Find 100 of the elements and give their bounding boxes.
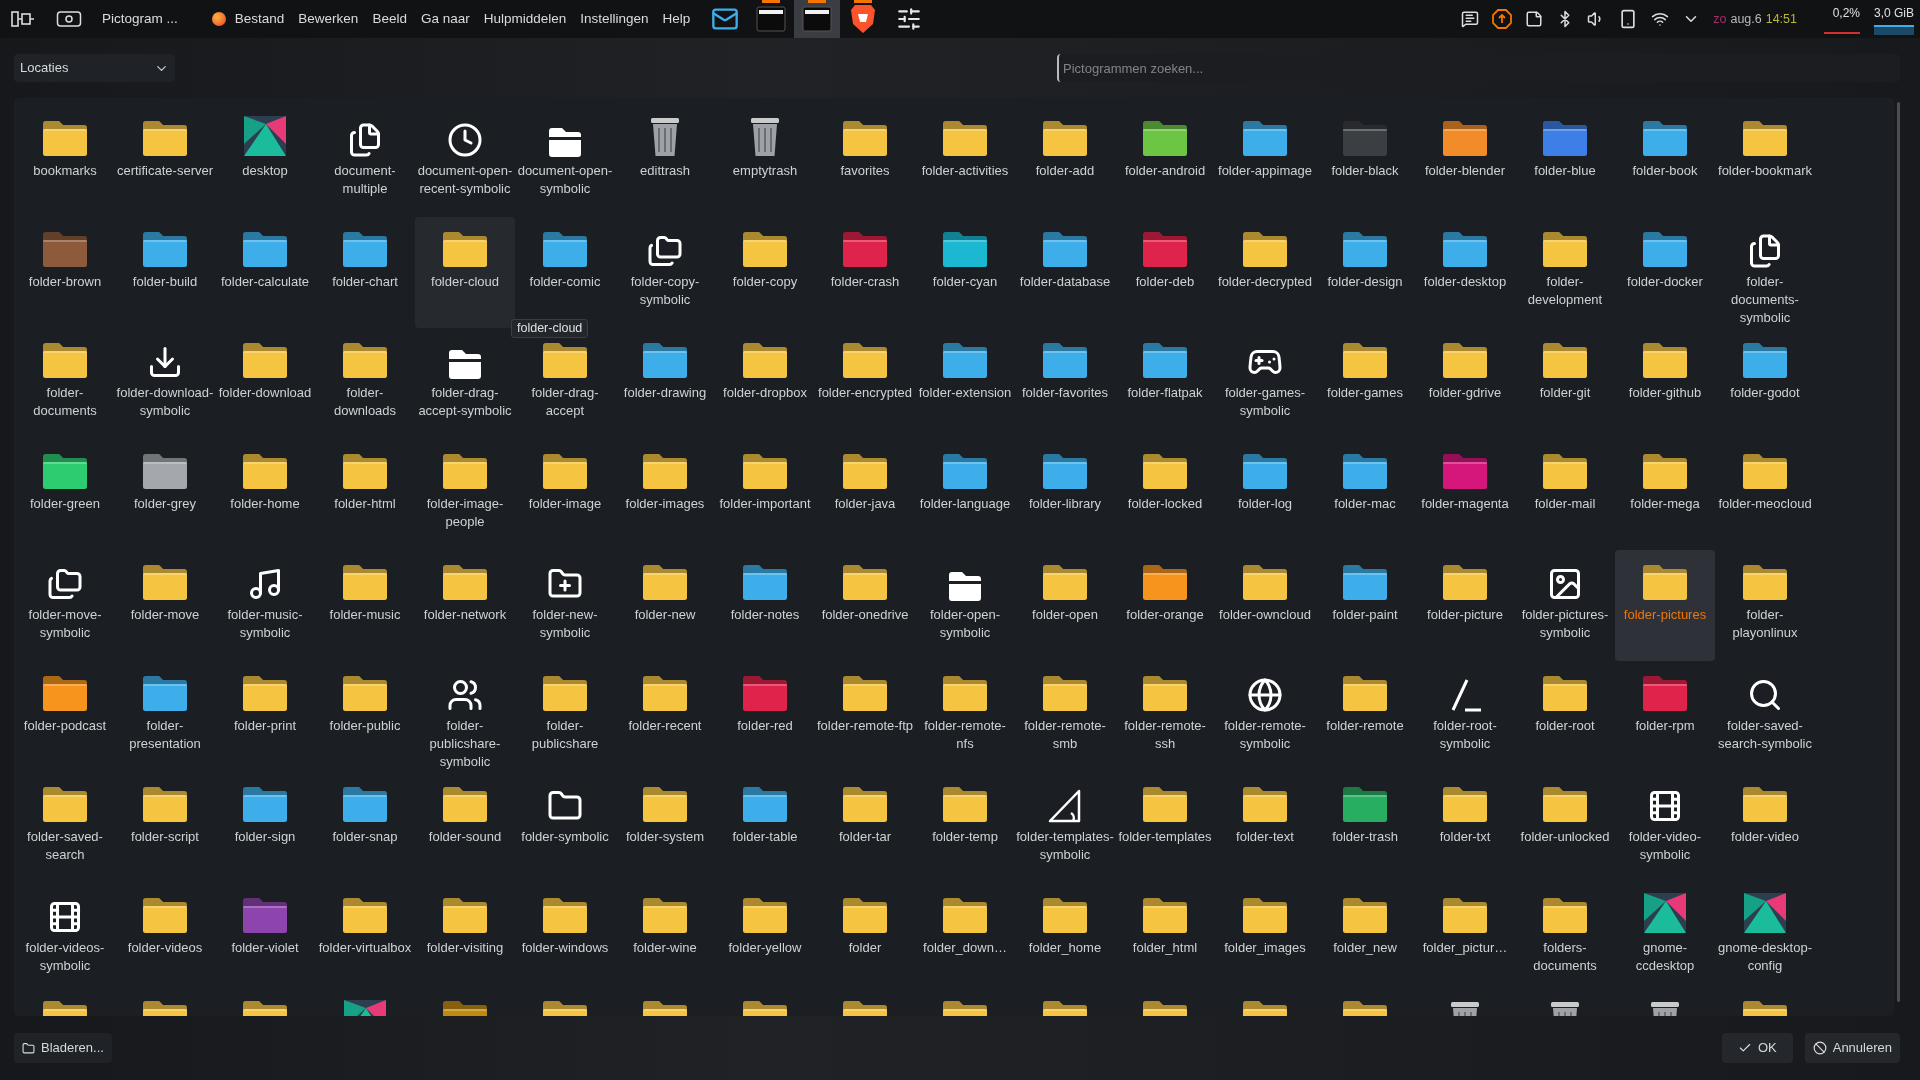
icon-label: folder-owncloud	[1218, 606, 1312, 624]
icon-label: folder-tar	[838, 828, 892, 846]
icon-label: folder-mac	[1333, 495, 1397, 513]
icon-label: folder-text	[1235, 828, 1295, 846]
icon-label: folder-important	[718, 495, 812, 513]
icon-label: folder-image	[527, 495, 603, 513]
icon-label: folder-publicshare	[530, 717, 600, 753]
icon-label: folder-extension	[917, 384, 1013, 402]
icon-label: folder-txt	[1438, 828, 1492, 846]
icon-label: folder-book	[1631, 162, 1699, 180]
icon-label: folder-publicshare-symbolic	[428, 717, 502, 771]
icon-label: folder-build	[131, 273, 199, 291]
icon-label: folder-system	[625, 828, 705, 846]
icon-label: folder-templates	[1117, 828, 1213, 846]
icon-label: folder-games-symbolic	[1223, 384, 1307, 420]
icon-label: folder-github	[1627, 384, 1703, 402]
icon-label: document-multiple	[333, 162, 397, 198]
icon-label: folder-images	[624, 495, 706, 513]
icon-label: folder-trash	[1331, 828, 1399, 846]
icon-label: folder-video	[1730, 828, 1800, 846]
clock-day: zo	[1713, 9, 1727, 29]
cpu-reading: 0,2%	[1832, 4, 1860, 22]
icon-label: folder-cloud	[430, 273, 500, 291]
icon-label: folder-remote-ssh	[1123, 717, 1207, 753]
icon-label: folder-blender	[1423, 162, 1507, 180]
memory-reading: 3,0 GiB	[1873, 4, 1914, 22]
icon-label: folder-decrypted	[1217, 273, 1313, 291]
icon-label: desktop	[241, 162, 289, 180]
icon-label: folder-development	[1526, 273, 1604, 309]
icon-label: folder-favorites	[1021, 384, 1109, 402]
icon-label: folder-downloads	[332, 384, 398, 420]
icon-label: folder-video-symbolic	[1627, 828, 1703, 864]
icon-label: folder_html	[1131, 939, 1199, 957]
icon-label: folder-cyan	[931, 273, 999, 291]
icon-label: folder-add	[1034, 162, 1096, 180]
icon-label: folder-sound	[427, 828, 503, 846]
icon-label: folder-open	[1031, 606, 1099, 624]
icon-label: folder-table	[731, 828, 799, 846]
icon-label: folder-new	[633, 606, 697, 624]
icon-label: folder-picture	[1426, 606, 1504, 624]
icon-label: folder-windows	[520, 939, 610, 957]
icon-label: folder-chart	[331, 273, 399, 291]
icon-label: folder-templates-symbolic	[1016, 828, 1114, 864]
icon-label: folder-documents	[32, 384, 98, 420]
icon-label: folder-music	[328, 606, 402, 624]
icon-label: folder-move	[129, 606, 201, 624]
icon-label: folder-deb	[1134, 273, 1196, 291]
icon-label: folder-podcast	[22, 717, 108, 735]
icon-label: folder-rpm	[1634, 717, 1696, 735]
icon-label: folder-language	[918, 495, 1012, 513]
icon-label: folder-comic	[528, 273, 602, 291]
clock-date: aug.6	[1730, 10, 1762, 28]
icon-label: folder-print	[232, 717, 298, 735]
icon-label: folder-virtualbox	[317, 939, 413, 957]
window-title: Pictogram ...	[102, 9, 178, 28]
icon-label: folder-download	[217, 384, 313, 402]
icon-label: folder-pictures	[1622, 606, 1708, 624]
icon-label: folder-brown	[27, 273, 103, 291]
icon-label: bookmarks	[32, 162, 98, 180]
icon-label: certificate-server	[116, 162, 214, 180]
clock-time: 14:51	[1765, 10, 1797, 28]
icon-label: folder-snap	[331, 828, 399, 846]
icon-label: folder-violet	[230, 939, 300, 957]
icon-label: folder-mail	[1533, 495, 1597, 513]
icon-label: gnome-desktop-config	[1717, 939, 1813, 975]
icon-label: folder-green	[28, 495, 102, 513]
tooltip: folder-cloud	[511, 319, 589, 338]
icon-label: document-open-recent-symbolic	[416, 162, 514, 198]
icon-label: folder-red	[736, 717, 794, 735]
icon-label: folder-saved-search	[26, 828, 104, 864]
icon-label: folder-open-symbolic	[928, 606, 1002, 642]
icon-label: folder-move-symbolic	[27, 606, 103, 642]
icon-label: folder-remote-nfs	[923, 717, 1007, 753]
icon-label: folder-sign	[233, 828, 297, 846]
icon-label: favorites	[839, 162, 891, 180]
icon-label: folder-blue	[1533, 162, 1597, 180]
icon-label: folder-drag-accept-symbolic	[417, 384, 513, 420]
icon-label: folder-music-symbolic	[226, 606, 304, 642]
icon-label: folder-script	[130, 828, 200, 846]
icon-label: folder-drag-accept	[530, 384, 600, 420]
icon-label: folder_images	[1223, 939, 1307, 957]
icon-label: folder-library	[1027, 495, 1103, 513]
icon-label: folder-download-symbolic	[116, 384, 214, 420]
icon-label: folder-flatpak	[1126, 384, 1204, 402]
icon-label: folder-mega	[1629, 495, 1701, 513]
icon-label: folder-remote-ftp	[816, 717, 914, 735]
icon-label: folder-copy-symbolic	[629, 273, 701, 309]
icon-label: folder-home	[229, 495, 301, 513]
icon-label: folder-docker	[1626, 273, 1704, 291]
icon-label: folder_down…	[922, 939, 1008, 957]
icon-label: folder-magenta	[1420, 495, 1510, 513]
icon-label: gnome-ccdesktop	[1634, 939, 1696, 975]
icon-label: folder-meocloud	[1717, 495, 1813, 513]
icon-label: folder-calculate	[219, 273, 311, 291]
icon-label: folder-remote-symbolic	[1223, 717, 1307, 753]
icon-label: folder-bookmark	[1717, 162, 1813, 180]
icon-label: folder-git	[1538, 384, 1592, 402]
icon-label: folder-pictures-symbolic	[1520, 606, 1610, 642]
icon-label: folder-html	[333, 495, 397, 513]
icon-label: folder-remote	[1325, 717, 1405, 735]
